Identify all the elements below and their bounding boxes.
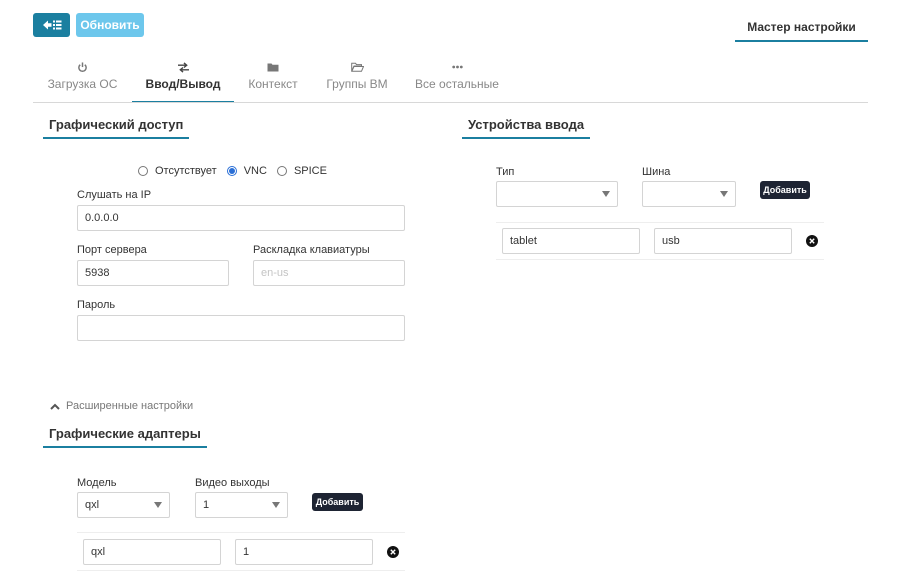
back-to-list-button[interactable] [33, 13, 70, 37]
input-device-row: tablet usb [496, 222, 824, 260]
tab-boot-os[interactable]: Загрузка ОС [35, 60, 130, 103]
graphics-type-radio-group: Отсутствует VNC SPICE [138, 165, 327, 177]
radio-vnc-label: VNC [243, 165, 267, 177]
model-label: Модель [77, 477, 117, 489]
device-bus-select[interactable] [642, 181, 736, 207]
section-title-input-devices: Устройства ввода [462, 117, 591, 139]
advanced-settings-toggle[interactable]: Расширенные настройки [50, 400, 193, 412]
adapter-row: qxl 1 [77, 532, 405, 571]
model-select[interactable]: qxl [77, 492, 170, 518]
tab-other[interactable]: Все остальные [408, 60, 506, 103]
radio-spice[interactable] [276, 166, 287, 176]
tab-label: Загрузка ОС [47, 77, 118, 91]
close-icon [390, 549, 396, 555]
tab-label: Контекст [248, 77, 298, 91]
arrow-left-list-icon [42, 20, 61, 30]
radio-none-label: Отсутствует [155, 165, 217, 177]
video-outputs-select[interactable]: 1 [195, 492, 288, 518]
advanced-settings-label: Расширенные настройки [66, 400, 194, 412]
add-adapter-button[interactable]: Добавить [312, 493, 363, 511]
add-input-device-button[interactable]: Добавить [760, 181, 810, 199]
tab-io[interactable]: Ввод/Вывод [132, 60, 234, 103]
listen-ip-input[interactable]: 0.0.0.0 [77, 205, 405, 231]
tab-context[interactable]: Контекст [236, 60, 310, 103]
keymap-input[interactable]: en-us [253, 260, 405, 286]
radio-vnc[interactable] [226, 166, 237, 176]
chevron-up-icon [50, 403, 60, 410]
power-icon [35, 60, 130, 74]
exchange-icon [132, 60, 234, 74]
remove-adapter-button[interactable] [387, 546, 399, 558]
adapter-row-outputs[interactable]: 1 [235, 539, 373, 565]
refresh-button[interactable]: Обновить [76, 13, 144, 37]
chevron-down-icon [602, 191, 610, 197]
remove-input-device-button[interactable] [806, 235, 818, 247]
password-label: Пароль [77, 299, 116, 311]
device-type-select[interactable] [496, 181, 618, 207]
device-bus-label: Шина [642, 166, 671, 178]
model-select-value: qxl [85, 499, 100, 511]
ellipsis-icon [408, 60, 506, 74]
tab-label: Группы ВМ [326, 77, 388, 91]
server-port-input[interactable]: 5938 [77, 260, 229, 286]
tab-vm-groups[interactable]: Группы ВМ [318, 60, 396, 103]
input-device-row-type[interactable]: tablet [502, 228, 640, 254]
chevron-down-icon [272, 502, 280, 508]
password-input[interactable] [77, 315, 405, 341]
chevron-down-icon [720, 191, 728, 197]
folder-open-icon [318, 60, 396, 74]
tab-label: Все остальные [415, 77, 499, 91]
close-icon [809, 238, 815, 244]
folder-icon [236, 60, 310, 74]
radio-spice-label: SPICE [293, 165, 327, 177]
device-type-label: Тип [496, 166, 515, 178]
setup-wizard-link[interactable]: Мастер настройки [735, 20, 868, 42]
tabs-divider [33, 102, 868, 103]
tab-label: Ввод/Вывод [145, 77, 221, 91]
listen-ip-label: Слушать на IP [77, 189, 152, 201]
adapter-row-model[interactable]: qxl [83, 539, 221, 565]
radio-none[interactable] [138, 166, 148, 176]
server-port-label: Порт сервера [77, 244, 147, 256]
section-title-graphics: Графический доступ [43, 117, 190, 139]
chevron-down-icon [154, 502, 162, 508]
section-title-adapters: Графические адаптеры [43, 426, 207, 448]
video-outputs-select-value: 1 [203, 499, 210, 511]
input-device-row-bus[interactable]: usb [654, 228, 792, 254]
video-outputs-label: Видео выходы [195, 477, 270, 489]
keymap-label: Раскладка клавиатуры [253, 244, 370, 256]
